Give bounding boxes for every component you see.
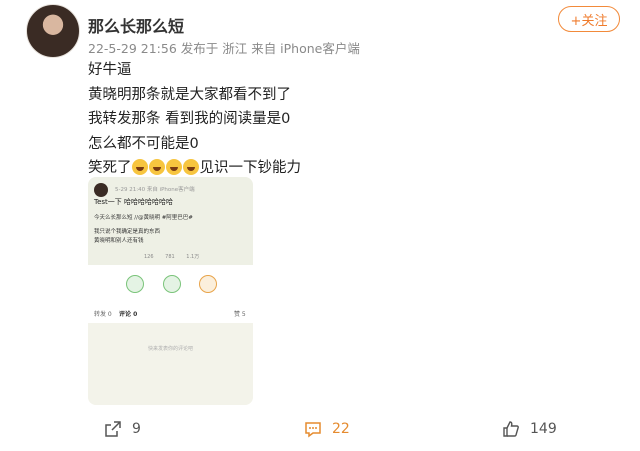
repost-icon: [105, 421, 121, 437]
post-line: 黄晓明那条就是大家都看不到了: [88, 86, 291, 103]
laugh-emoji-icon: [165, 159, 182, 175]
avatar[interactable]: [26, 4, 80, 58]
screenshot-share-bar: [88, 265, 253, 303]
repost-button[interactable]: 9: [104, 420, 141, 438]
post-line-start: 笑死了: [88, 160, 132, 176]
post-line-end: 见识一下钞能力: [199, 160, 302, 176]
laugh-emoji-icon: [148, 159, 165, 175]
screenshot-tab: 赞 5: [234, 311, 246, 318]
screenshot-avatar: [94, 183, 108, 197]
screenshot-stats: 126 781 1.1万: [144, 253, 209, 260]
screenshot-comment-area: [88, 323, 253, 405]
screenshot-stat: 126: [144, 254, 154, 260]
screenshot-tabs: 转发 0 评论 0 赞 5: [88, 303, 253, 324]
screenshot-tab: 转发 0: [94, 311, 112, 318]
post-content: 好牛逼 黄晓明那条就是大家都看不到了 我转发那条 看到我的阅读量是0 怎么都不可…: [88, 58, 301, 181]
screenshot-body-line: 我只说个我确定是真的东西: [94, 229, 161, 235]
comment-button[interactable]: 22: [304, 420, 350, 438]
laugh-emoji-icon: [131, 159, 148, 175]
qq-icon: [199, 275, 217, 293]
follow-button[interactable]: +关注: [558, 6, 620, 32]
wechat-icon: [126, 275, 144, 293]
like-button[interactable]: 149: [502, 420, 557, 438]
post-line: 怎么都不可能是0: [88, 135, 199, 152]
screenshot-tab: 评论 0: [119, 311, 138, 318]
screenshot-meta: 5-29 21:40 来自 iPhone客户端: [115, 187, 195, 193]
moments-icon: [163, 275, 181, 293]
username[interactable]: 那么长那么短: [88, 13, 184, 37]
comment-count: 22: [332, 421, 350, 437]
comment-icon: [305, 422, 321, 438]
attached-screenshot[interactable]: 5-29 21:40 来自 iPhone客户端 Test一下 哈哈哈哈哈哈哈 今…: [88, 177, 253, 405]
screenshot-title: Test一下 哈哈哈哈哈哈哈: [94, 198, 174, 206]
post-meta: 22-5-29 21:56 发布于 浙江 来自 iPhone客户端: [88, 41, 360, 56]
post-line: 我转发那条 看到我的阅读量是0: [88, 111, 291, 127]
screenshot-body: 今天么长那么短 //@黄晓明 #阿里巴巴# 我只说个我确定是真的东西 黄晓明和别…: [94, 214, 193, 246]
repost-count: 9: [132, 421, 141, 437]
screenshot-stat: 1.1万: [186, 254, 200, 260]
screenshot-empty-text: 快来发表你的评论吧: [147, 346, 193, 352]
screenshot-body-line: 黄晓明和别人还有钱: [94, 238, 144, 244]
laugh-emoji-icon: [182, 159, 199, 175]
post-line: 好牛逼: [88, 62, 132, 78]
like-icon: [503, 421, 519, 437]
screenshot-body-line: 今天么长那么短 //@黄晓明 #阿里巴巴#: [94, 215, 193, 221]
like-count: 149: [530, 421, 557, 437]
action-bar: 9 22 149: [0, 420, 640, 448]
screenshot-stat: 781: [165, 254, 175, 260]
